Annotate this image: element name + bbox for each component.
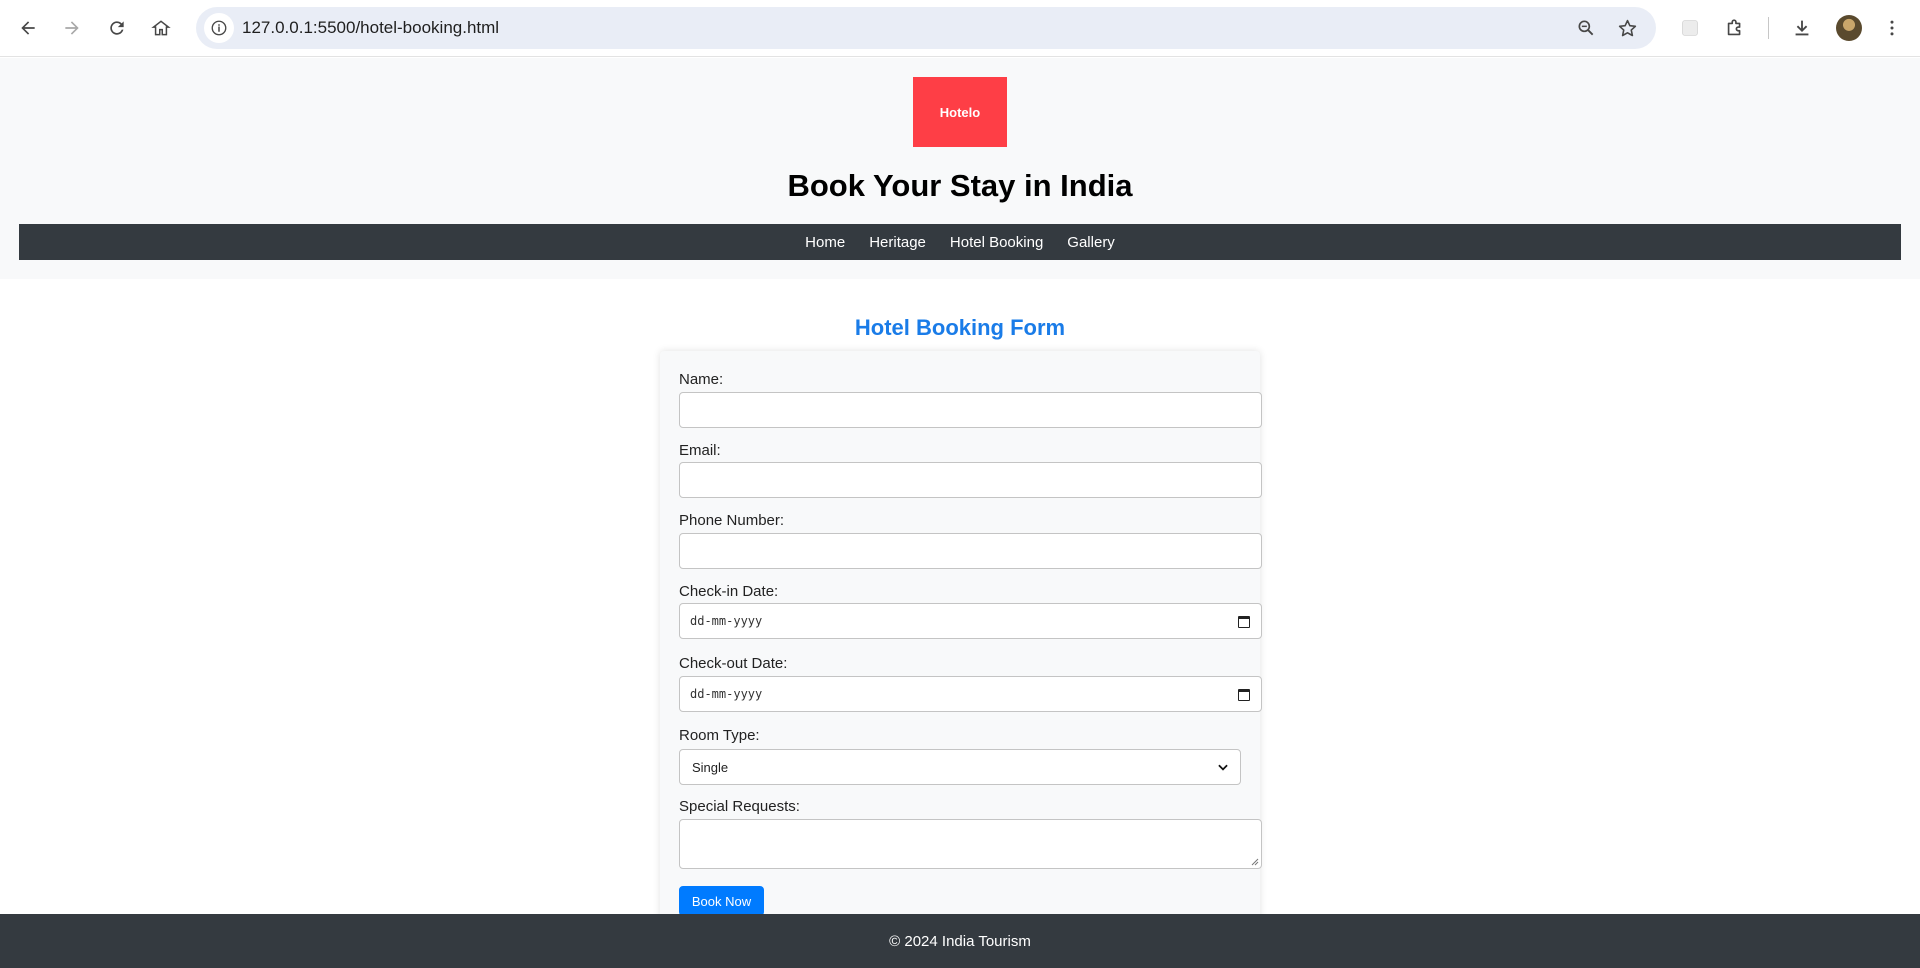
url-text: 127.0.0.1:5500/hotel-booking.html <box>242 18 500 37</box>
footer-copyright: © 2024 India Tourism <box>889 932 1031 950</box>
extensions-puzzle-icon[interactable] <box>1720 13 1750 43</box>
email-label: Email: <box>679 442 721 459</box>
address-bar[interactable]: 127.0.0.1:5500/hotel-booking.html <box>196 7 1656 49</box>
back-button[interactable] <box>11 11 45 45</box>
site-footer: © 2024 India Tourism <box>0 914 1920 968</box>
room-type-select[interactable]: Single <box>679 749 1241 785</box>
room-type-label: Room Type: <box>679 727 760 744</box>
book-now-button[interactable]: Book Now <box>679 886 764 916</box>
checkout-placeholder: dd-mm-yyyy <box>690 687 763 701</box>
forward-arrow-icon <box>65 21 79 35</box>
nav-home[interactable]: Home <box>805 234 845 251</box>
name-input[interactable] <box>679 392 1262 428</box>
nav-hotel-booking[interactable]: Hotel Booking <box>950 234 1043 251</box>
checkout-date-input[interactable]: dd-mm-yyyy <box>679 676 1262 712</box>
zoom-icon[interactable] <box>1574 16 1598 40</box>
downloads-icon[interactable] <box>1787 13 1817 43</box>
calendar-icon[interactable] <box>1238 689 1250 701</box>
checkin-date-input[interactable]: dd-mm-yyyy <box>679 603 1262 639</box>
calendar-icon[interactable] <box>1238 616 1250 628</box>
extension-icon[interactable] <box>1675 13 1705 43</box>
special-requests-textarea[interactable] <box>679 819 1262 869</box>
nav-gallery[interactable]: Gallery <box>1067 234 1115 251</box>
checkin-label: Check-in Date: <box>679 583 779 600</box>
profile-avatar[interactable] <box>1836 15 1862 41</box>
name-label: Name: <box>679 371 724 388</box>
forward-button[interactable] <box>55 11 89 45</box>
special-requests-label: Special Requests: <box>679 798 800 815</box>
form-heading: Hotel Booking Form <box>854 315 1066 340</box>
main-nav: Home Heritage Hotel Booking Gallery <box>19 224 1901 260</box>
home-icon <box>151 20 171 36</box>
bookmark-star-icon[interactable] <box>1615 16 1639 40</box>
hotelo-logo[interactable]: Hotelo <box>913 77 1007 147</box>
phone-input[interactable] <box>679 533 1262 569</box>
site-info-icon[interactable] <box>204 13 234 43</box>
phone-label: Phone Number: <box>679 512 785 529</box>
home-button[interactable] <box>144 11 178 45</box>
reload-button[interactable] <box>100 11 134 45</box>
back-arrow-icon <box>21 21 35 35</box>
room-type-value: Single <box>692 759 729 775</box>
menu-kebab-icon[interactable] <box>1877 13 1907 43</box>
resize-grip-icon[interactable] <box>1251 858 1259 866</box>
toolbar-divider <box>1768 17 1769 39</box>
checkin-placeholder: dd-mm-yyyy <box>690 614 763 628</box>
reload-icon <box>110 21 124 35</box>
chevron-down-icon <box>1218 764 1228 771</box>
nav-heritage[interactable]: Heritage <box>869 234 926 251</box>
checkout-label: Check-out Date: <box>679 655 788 672</box>
page-title: Book Your Stay in India <box>787 168 1133 203</box>
email-input[interactable] <box>679 462 1262 498</box>
browser-toolbar: 127.0.0.1:5500/hotel-booking.html <box>0 0 1920 57</box>
